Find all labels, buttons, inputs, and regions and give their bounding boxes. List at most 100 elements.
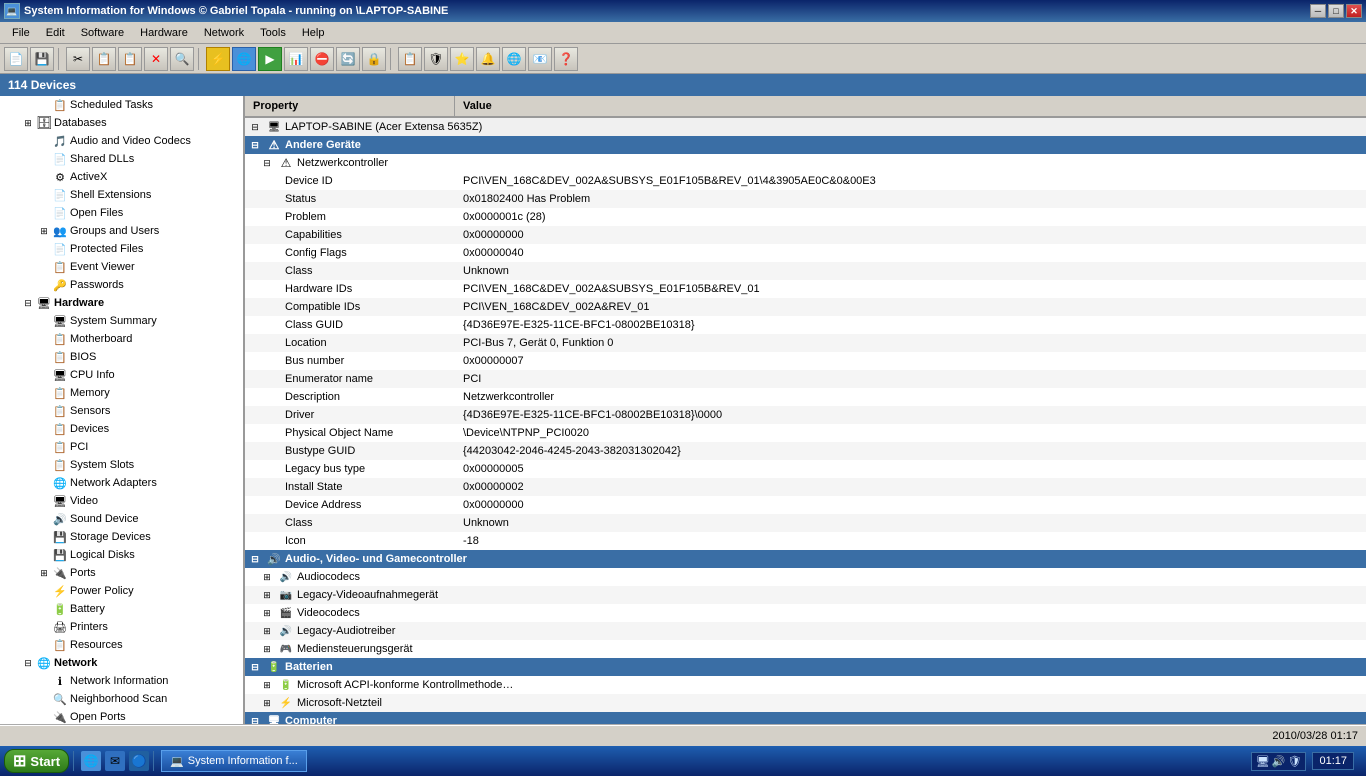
tree-item-activex[interactable]: ⚙ ActiveX (0, 168, 243, 186)
tree-item-storage-devices[interactable]: 💾 Storage Devices (0, 528, 243, 546)
tree-item-video[interactable]: 🖥 Video (0, 492, 243, 510)
tb-btn11[interactable]: 📧 (528, 47, 552, 71)
section-andere-gerate[interactable]: ⊟ ⚠ Andere Geräte (245, 136, 1366, 154)
tree-item-power-policy[interactable]: ⚡ Power Policy (0, 582, 243, 600)
tree-item-neighborhood-scan[interactable]: 🔍 Neighborhood Scan (0, 690, 243, 708)
device-netzwerkcontroller[interactable]: ⊟ ⚠ Netzwerkcontroller (245, 154, 1366, 172)
tree-item-printers[interactable]: 🖨 Printers (0, 618, 243, 636)
expand-icon[interactable] (36, 691, 52, 707)
section-batterien[interactable]: ⊟ 🔋 Batterien (245, 658, 1366, 676)
expand-icon[interactable] (36, 169, 52, 185)
tree-item-logical-disks[interactable]: 💾 Logical Disks (0, 546, 243, 564)
expand-icon[interactable] (36, 637, 52, 653)
tree-item-audio-video[interactable]: 🎵 Audio and Video Codecs (0, 132, 243, 150)
expand-icon[interactable] (36, 349, 52, 365)
tb-stop[interactable]: ⛔ (310, 47, 334, 71)
expand-icon[interactable] (36, 439, 52, 455)
expand-icon[interactable]: ⊞ (257, 698, 277, 709)
expand-icon[interactable] (36, 277, 52, 293)
expand-icon[interactable]: ⊟ (245, 662, 265, 673)
expand-icon[interactable] (36, 259, 52, 275)
tree-item-shared-dlls[interactable]: 📄 Shared DLLs (0, 150, 243, 168)
item-ms-acpi[interactable]: ⊞ 🔋 Microsoft ACPI-konforme Kontrollmeth… (245, 676, 1366, 694)
tb-btn3[interactable]: ▶ (258, 47, 282, 71)
tree-item-sound-device[interactable]: 🔊 Sound Device (0, 510, 243, 528)
tree-item-passwords[interactable]: 🔑 Passwords (0, 276, 243, 294)
menu-network[interactable]: Network (196, 25, 252, 41)
expand-icon[interactable]: ⊟ (245, 716, 265, 725)
tree-item-pci[interactable]: 📋 PCI (0, 438, 243, 456)
tree-item-sensors[interactable]: 📋 Sensors (0, 402, 243, 420)
menu-hardware[interactable]: Hardware (132, 25, 196, 41)
tree-item-resources[interactable]: 📋 Resources (0, 636, 243, 654)
expand-icon[interactable] (36, 619, 52, 635)
expand-icon[interactable] (36, 475, 52, 491)
start-button[interactable]: ⊞ Start (4, 749, 69, 773)
expand-icon[interactable] (36, 205, 52, 221)
tree-item-devices[interactable]: 📋 Devices (0, 420, 243, 438)
item-ms-netzteil[interactable]: ⊞ ⚡ Microsoft-Netzteil (245, 694, 1366, 712)
tb-delete[interactable]: ✕ (144, 47, 168, 71)
tb-cut[interactable]: ✂ (66, 47, 90, 71)
mail-icon[interactable]: ✉ (105, 751, 125, 771)
tree-item-network[interactable]: ⊟ 🌐 Network (0, 654, 243, 672)
tray-icon-shield[interactable]: 🛡 (1288, 755, 1302, 768)
taskbar-app-siw[interactable]: 💻 System Information f... (161, 750, 307, 772)
expand-icon[interactable] (36, 529, 52, 545)
tb-copy[interactable]: 📋 (92, 47, 116, 71)
tb-refresh[interactable]: 🔄 (336, 47, 360, 71)
tree-item-battery[interactable]: 🔋 Battery (0, 600, 243, 618)
item-videocodecs[interactable]: ⊞ 🎬 Videocodecs (245, 604, 1366, 622)
expand-icon[interactable]: ⊟ (257, 158, 277, 169)
tree-item-memory[interactable]: 📋 Memory (0, 384, 243, 402)
expand-icon[interactable] (36, 133, 52, 149)
expand-icon[interactable] (36, 97, 52, 113)
expand-icon[interactable]: ⊟ (245, 122, 265, 133)
menu-help[interactable]: Help (294, 25, 333, 41)
tb-btn7[interactable]: 🛡 (424, 47, 448, 71)
tb-btn1[interactable]: ⚡ (206, 47, 230, 71)
root-node[interactable]: ⊟ 🖥 LAPTOP-SABINE (Acer Extensa 5635Z) (245, 118, 1366, 136)
tree-item-network-adapters[interactable]: 🌐 Network Adapters (0, 474, 243, 492)
maximize-button[interactable]: □ (1328, 4, 1344, 18)
right-content[interactable]: ⊟ 🖥 LAPTOP-SABINE (Acer Extensa 5635Z) ⊟… (245, 118, 1366, 724)
tb-btn4[interactable]: 📊 (284, 47, 308, 71)
tree-item-network-information[interactable]: ℹ Network Information (0, 672, 243, 690)
expand-icon[interactable] (36, 367, 52, 383)
section-computer[interactable]: ⊟ 🖥 Computer (245, 712, 1366, 724)
expand-icon[interactable] (36, 241, 52, 257)
tree-item-hardware[interactable]: ⊟ 🖥 Hardware (0, 294, 243, 312)
expand-icon[interactable] (36, 511, 52, 527)
tree-item-cpu-info[interactable]: 🖥 CPU Info (0, 366, 243, 384)
item-mediensteuerung[interactable]: ⊞ 🎮 Mediensteuerungsgerät (245, 640, 1366, 658)
tree-item-shell-extensions[interactable]: 📄 Shell Extensions (0, 186, 243, 204)
expand-icon[interactable] (36, 493, 52, 509)
tb-new[interactable]: 📄 (4, 47, 28, 71)
expand-icon[interactable] (36, 313, 52, 329)
tree-item-groups-users[interactable]: ⊞ 👥 Groups and Users (0, 222, 243, 240)
tb-paste[interactable]: 📋 (118, 47, 142, 71)
tree-item-ports[interactable]: ⊞ 🔌 Ports (0, 564, 243, 582)
tb-btn12[interactable]: ❓ (554, 47, 578, 71)
expand-icon[interactable]: ⊞ (257, 590, 277, 601)
tb-btn5[interactable]: 🔒 (362, 47, 386, 71)
expand-icon[interactable] (36, 709, 52, 724)
menu-software[interactable]: Software (73, 25, 132, 41)
browser-icon2[interactable]: 🔵 (129, 751, 149, 771)
tree-item-bios[interactable]: 📋 BIOS (0, 348, 243, 366)
tb-save[interactable]: 💾 (30, 47, 54, 71)
tree-item-scheduled-tasks[interactable]: 📋 Scheduled Tasks (0, 96, 243, 114)
tray-icon-network[interactable]: 🖥 (1256, 755, 1270, 768)
minimize-button[interactable]: ─ (1310, 4, 1326, 18)
close-button[interactable]: ✕ (1346, 4, 1362, 18)
tb-btn9[interactable]: 🔔 (476, 47, 500, 71)
tree-item-databases[interactable]: ⊞ 🗄 Databases (0, 114, 243, 132)
tree-item-open-ports[interactable]: 🔌 Open Ports (0, 708, 243, 724)
expand-icon[interactable]: ⊟ (245, 140, 265, 151)
section-audio-video[interactable]: ⊟ 🔊 Audio-, Video- und Gamecontroller (245, 550, 1366, 568)
item-legacy-audio[interactable]: ⊞ 🔊 Legacy-Audiotreiber (245, 622, 1366, 640)
expand-icon[interactable]: ⊟ (20, 655, 36, 671)
tb-btn2[interactable]: 🌐 (232, 47, 256, 71)
tree-item-protected-files[interactable]: 📄 Protected Files (0, 240, 243, 258)
expand-icon[interactable] (36, 151, 52, 167)
